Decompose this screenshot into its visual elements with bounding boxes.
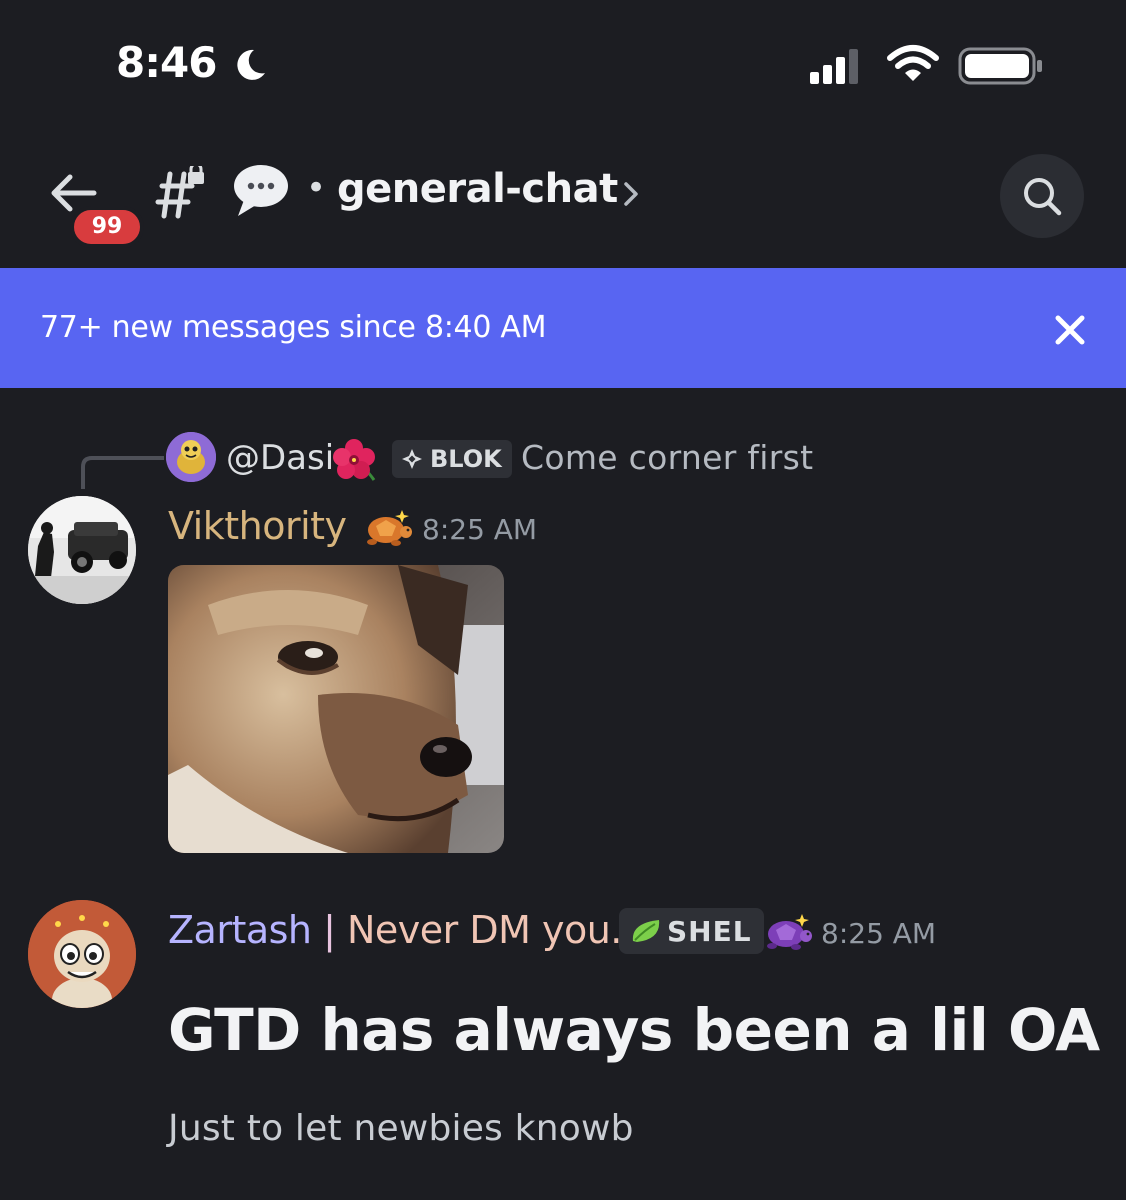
- battery-icon: [958, 47, 1042, 85]
- avatar[interactable]: [28, 900, 136, 1008]
- message-text[interactable]: Just to let newbies knowb: [168, 1108, 634, 1149]
- chevron-right-icon[interactable]: [620, 178, 644, 210]
- moon-icon: [237, 49, 265, 80]
- channel-separator: •: [306, 168, 327, 208]
- search-button[interactable]: [1000, 154, 1084, 238]
- reply-username[interactable]: @Dasi: [226, 438, 334, 478]
- search-icon: [1024, 178, 1062, 216]
- guild-tag: SHEL: [619, 908, 764, 954]
- channel-header: 99 • general-chat: [0, 140, 1126, 268]
- username-part: Never DM you.: [346, 908, 622, 952]
- guild-tag-label: SHEL: [667, 914, 752, 948]
- channel-hash-icon: [155, 166, 204, 219]
- reply-text[interactable]: Come corner first: [521, 438, 813, 477]
- dog-gif-image[interactable]: [168, 565, 504, 853]
- message-heading[interactable]: GTD has always been a lil OA: [168, 996, 1100, 1064]
- reply-guild-tag: BLOK: [392, 440, 512, 478]
- new-messages-text: 77+ new messages since 8:40 AM: [40, 310, 547, 345]
- reply-avatar[interactable]: [166, 432, 216, 482]
- thread-bubble-icon: [234, 165, 288, 216]
- diamond-icon: [402, 449, 422, 469]
- message-username[interactable]: Zartash | Never DM you.: [168, 908, 622, 952]
- message-timestamp: 8:25 AM: [422, 513, 538, 546]
- status-bar: 8:46: [0, 0, 1126, 130]
- new-messages-banner[interactable]: 77+ new messages since 8:40 AM: [0, 268, 1126, 388]
- status-time: 8:46: [116, 38, 217, 87]
- username-part: Zartash: [168, 908, 312, 952]
- avatar[interactable]: [28, 496, 136, 604]
- message-timestamp: 8:25 AM: [821, 917, 937, 950]
- signal-icon: [810, 49, 858, 84]
- wifi-icon: [887, 45, 939, 81]
- message-username[interactable]: Vikthority: [168, 504, 347, 548]
- close-icon[interactable]: [1048, 308, 1092, 352]
- leaf-icon: [632, 920, 660, 942]
- channel-name[interactable]: general-chat: [337, 166, 618, 212]
- turtle-badge-icon: [767, 914, 812, 950]
- hibiscus-icon: [333, 439, 376, 481]
- username-part: |: [311, 908, 347, 952]
- turtle-badge-icon: [367, 510, 412, 546]
- unread-badge: 99: [70, 206, 144, 248]
- reply-tag-label: BLOK: [430, 445, 502, 473]
- reply-line-icon: [81, 456, 164, 489]
